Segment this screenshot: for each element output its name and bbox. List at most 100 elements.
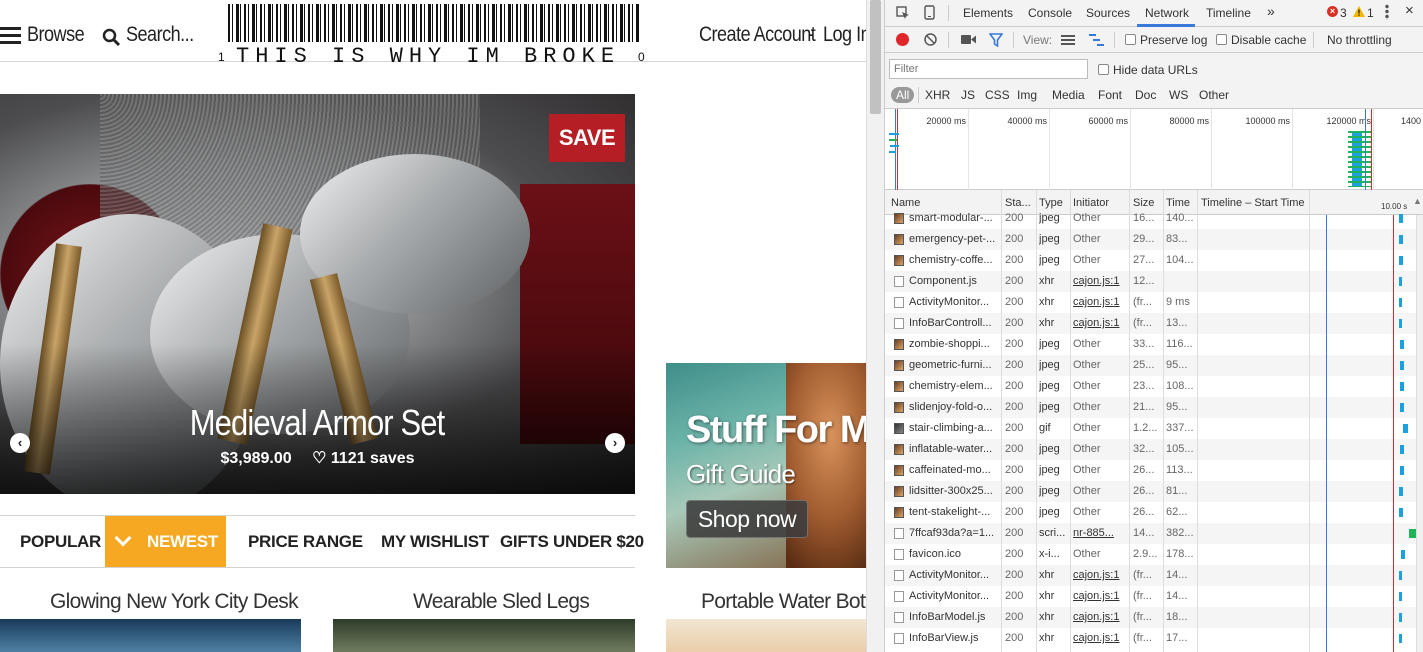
product-image[interactable] <box>0 619 301 652</box>
filter-type-js[interactable]: JS <box>961 88 975 102</box>
request-row[interactable]: emergency-pet-... 200 jpeg Other 29... 83... <box>885 229 1423 250</box>
tab-network[interactable]: Network <box>1145 6 1189 20</box>
filter-type-xhr[interactable]: XHR <box>925 88 950 102</box>
filter-type-doc[interactable]: Doc <box>1135 88 1156 102</box>
site-logo[interactable]: 1 THIS IS WHY IM BROKE 0 <box>218 4 650 69</box>
request-row[interactable]: chemistry-coffe... 200 jpeg Other 27... 104..… <box>885 250 1423 271</box>
search-link[interactable]: Search... <box>126 23 194 47</box>
tab-price-range[interactable]: PRICE RANGE <box>248 516 363 567</box>
request-row[interactable]: caffeinated-mo... 200 jpeg Other 26... 113... <box>885 460 1423 481</box>
request-row[interactable]: zombie-shoppi... 200 jpeg Other 33... 116... <box>885 334 1423 355</box>
product-title[interactable]: Glowing New York City Desk <box>50 590 299 614</box>
preserve-log-checkbox[interactable]: Preserve log <box>1125 33 1207 47</box>
filter-type-ws[interactable]: WS <box>1169 88 1188 102</box>
carousel-next-icon[interactable]: › <box>605 433 625 453</box>
filter-icon[interactable] <box>989 33 1003 47</box>
cell-type: xhr <box>1039 296 1055 308</box>
menu-icon[interactable] <box>0 27 21 44</box>
tab-newest[interactable]: NEWEST <box>105 516 226 567</box>
video-camera-icon[interactable] <box>961 34 976 45</box>
device-mode-icon[interactable] <box>924 5 935 20</box>
throttling-select[interactable]: No throttling <box>1327 33 1392 47</box>
cell-initiator[interactable]: cajon.js:1 <box>1073 565 1125 586</box>
filter-type-other[interactable]: Other <box>1199 88 1229 102</box>
filter-type-img[interactable]: Img <box>1017 88 1037 102</box>
request-row[interactable]: tent-stakelight-... 200 jpeg Other 26... 62..… <box>885 502 1423 523</box>
request-row[interactable]: inflatable-water... 200 jpeg Other 32... 105.… <box>885 439 1423 460</box>
request-row[interactable]: slidenjoy-fold-o... 200 jpeg Other 21... 95..… <box>885 397 1423 418</box>
save-button[interactable]: SAVE <box>549 114 625 162</box>
tab-timeline[interactable]: Timeline <box>1206 6 1251 20</box>
hero-saves[interactable]: ♡ 1121 saves <box>312 450 414 467</box>
cell-initiator[interactable]: cajon.js:1 <box>1073 271 1125 292</box>
request-row[interactable]: InfoBarView.js 200 xhr cajon.js:1 (fr... 17..… <box>885 628 1423 649</box>
warning-count[interactable]: 1 <box>1367 6 1374 20</box>
request-row[interactable]: lidsitter-300x25... 200 jpeg Other 26... 81..… <box>885 481 1423 502</box>
request-row[interactable]: ActivityMonitor... 200 xhr cajon.js:1 (fr...… <box>885 586 1423 607</box>
request-row[interactable]: InfoBarModel.js 200 xhr cajon.js:1 (fr... 18.… <box>885 607 1423 628</box>
cell-time: 108... <box>1166 380 1194 392</box>
search-icon[interactable] <box>102 28 121 47</box>
product-title[interactable]: Portable Water Bottle <box>701 590 866 614</box>
cell-initiator[interactable]: cajon.js:1 <box>1073 292 1125 313</box>
tab-console[interactable]: Console <box>1028 6 1072 20</box>
request-row[interactable]: smart-modular-... 200 jpeg Other 16... 140... <box>885 208 1423 229</box>
waterfall-view-icon[interactable] <box>1089 34 1105 46</box>
sort-up-icon[interactable]: ▲ <box>1413 196 1422 206</box>
tab-my-wishlist[interactable]: MY WISHLIST <box>381 516 489 567</box>
page-scrollbar[interactable] <box>866 0 884 652</box>
request-row[interactable]: ActivityMonitor... 200 xhr cajon.js:1 (fr...… <box>885 292 1423 313</box>
product-title[interactable]: Wearable Sled Legs <box>413 590 590 614</box>
error-icon[interactable]: × <box>1327 6 1338 17</box>
shop-now-button[interactable]: Shop now <box>686 500 808 538</box>
browse-link[interactable]: Browse <box>27 23 85 47</box>
hide-data-urls-checkbox[interactable]: Hide data URLs <box>1098 63 1198 77</box>
request-row[interactable]: InfoBarControll... 200 xhr cajon.js:1 (fr...… <box>885 313 1423 334</box>
filter-input[interactable] <box>889 59 1088 79</box>
cell-initiator[interactable]: cajon.js:1 <box>1073 628 1125 649</box>
tab-elements[interactable]: Elements <box>963 6 1013 20</box>
filter-type-css[interactable]: CSS <box>985 88 1010 102</box>
cell-initiator[interactable]: cajon.js:1 <box>1073 607 1125 628</box>
more-tabs-icon[interactable]: » <box>1267 3 1275 19</box>
close-devtools-icon[interactable]: × <box>1405 2 1414 19</box>
login-link[interactable]: Log In <box>823 23 866 47</box>
request-row[interactable]: 7ffcaf93da?a=1... 200 scri... nr-885... 14..… <box>885 523 1423 544</box>
create-account-link[interactable]: Create Account <box>699 23 816 47</box>
product-image[interactable] <box>333 619 635 652</box>
tab-gifts-under-20[interactable]: GIFTS UNDER $20 <box>500 516 644 567</box>
request-row[interactable]: geometric-furni... 200 jpeg Other 25... 95... <box>885 355 1423 376</box>
request-row[interactable]: Component.js 200 xhr cajon.js:1 12... <box>885 271 1423 292</box>
hero-carousel[interactable]: SAVE Medieval Armor Set $3,989.00 ♡ 1121… <box>0 94 635 494</box>
error-count[interactable]: 3 <box>1340 6 1347 20</box>
promo-banner[interactable]: Stuff For Men Gift Guide Shop now <box>666 363 866 568</box>
product-image[interactable] <box>666 619 866 652</box>
record-icon[interactable] <box>896 33 909 46</box>
request-row[interactable]: ActivityMonitor... 200 xhr cajon.js:1 (fr...… <box>885 565 1423 586</box>
list-view-icon[interactable] <box>1061 35 1075 45</box>
carousel-prev-icon[interactable]: ‹ <box>10 433 30 453</box>
filter-type-media[interactable]: Media <box>1052 88 1085 102</box>
scrollbar-thumb[interactable] <box>870 0 881 114</box>
network-overview[interactable]: 20000 ms 40000 ms 60000 ms 80000 ms 1000… <box>885 109 1423 190</box>
warning-icon[interactable] <box>1353 6 1365 17</box>
hero-title[interactable]: Medieval Armor Set <box>0 402 635 444</box>
cell-initiator[interactable]: nr-885... <box>1073 523 1125 544</box>
table-scrollbar[interactable] <box>1416 215 1423 652</box>
cell-initiator[interactable]: cajon.js:1 <box>1073 586 1125 607</box>
inspect-element-icon[interactable] <box>896 6 910 20</box>
kebab-menu-icon[interactable] <box>1385 4 1389 20</box>
tab-popular[interactable]: POPULAR <box>20 516 101 567</box>
cell-name: emergency-pet-... <box>909 233 995 245</box>
filter-type-font[interactable]: Font <box>1098 88 1122 102</box>
request-row[interactable]: stair-climbing-a... 200 gif Other 1.2... 337.… <box>885 418 1423 439</box>
column-divider <box>1197 190 1198 652</box>
clear-icon[interactable] <box>924 33 937 46</box>
divider <box>1013 32 1014 48</box>
request-row[interactable]: chemistry-elem... 200 jpeg Other 23... 108... <box>885 376 1423 397</box>
tab-sources[interactable]: Sources <box>1086 6 1130 20</box>
disable-cache-checkbox[interactable]: Disable cache <box>1216 33 1306 47</box>
cell-initiator[interactable]: cajon.js:1 <box>1073 313 1125 334</box>
filter-type-all[interactable]: All <box>891 87 915 103</box>
request-row[interactable]: favicon.ico 200 x-i... Other 2.9... 178... <box>885 544 1423 565</box>
